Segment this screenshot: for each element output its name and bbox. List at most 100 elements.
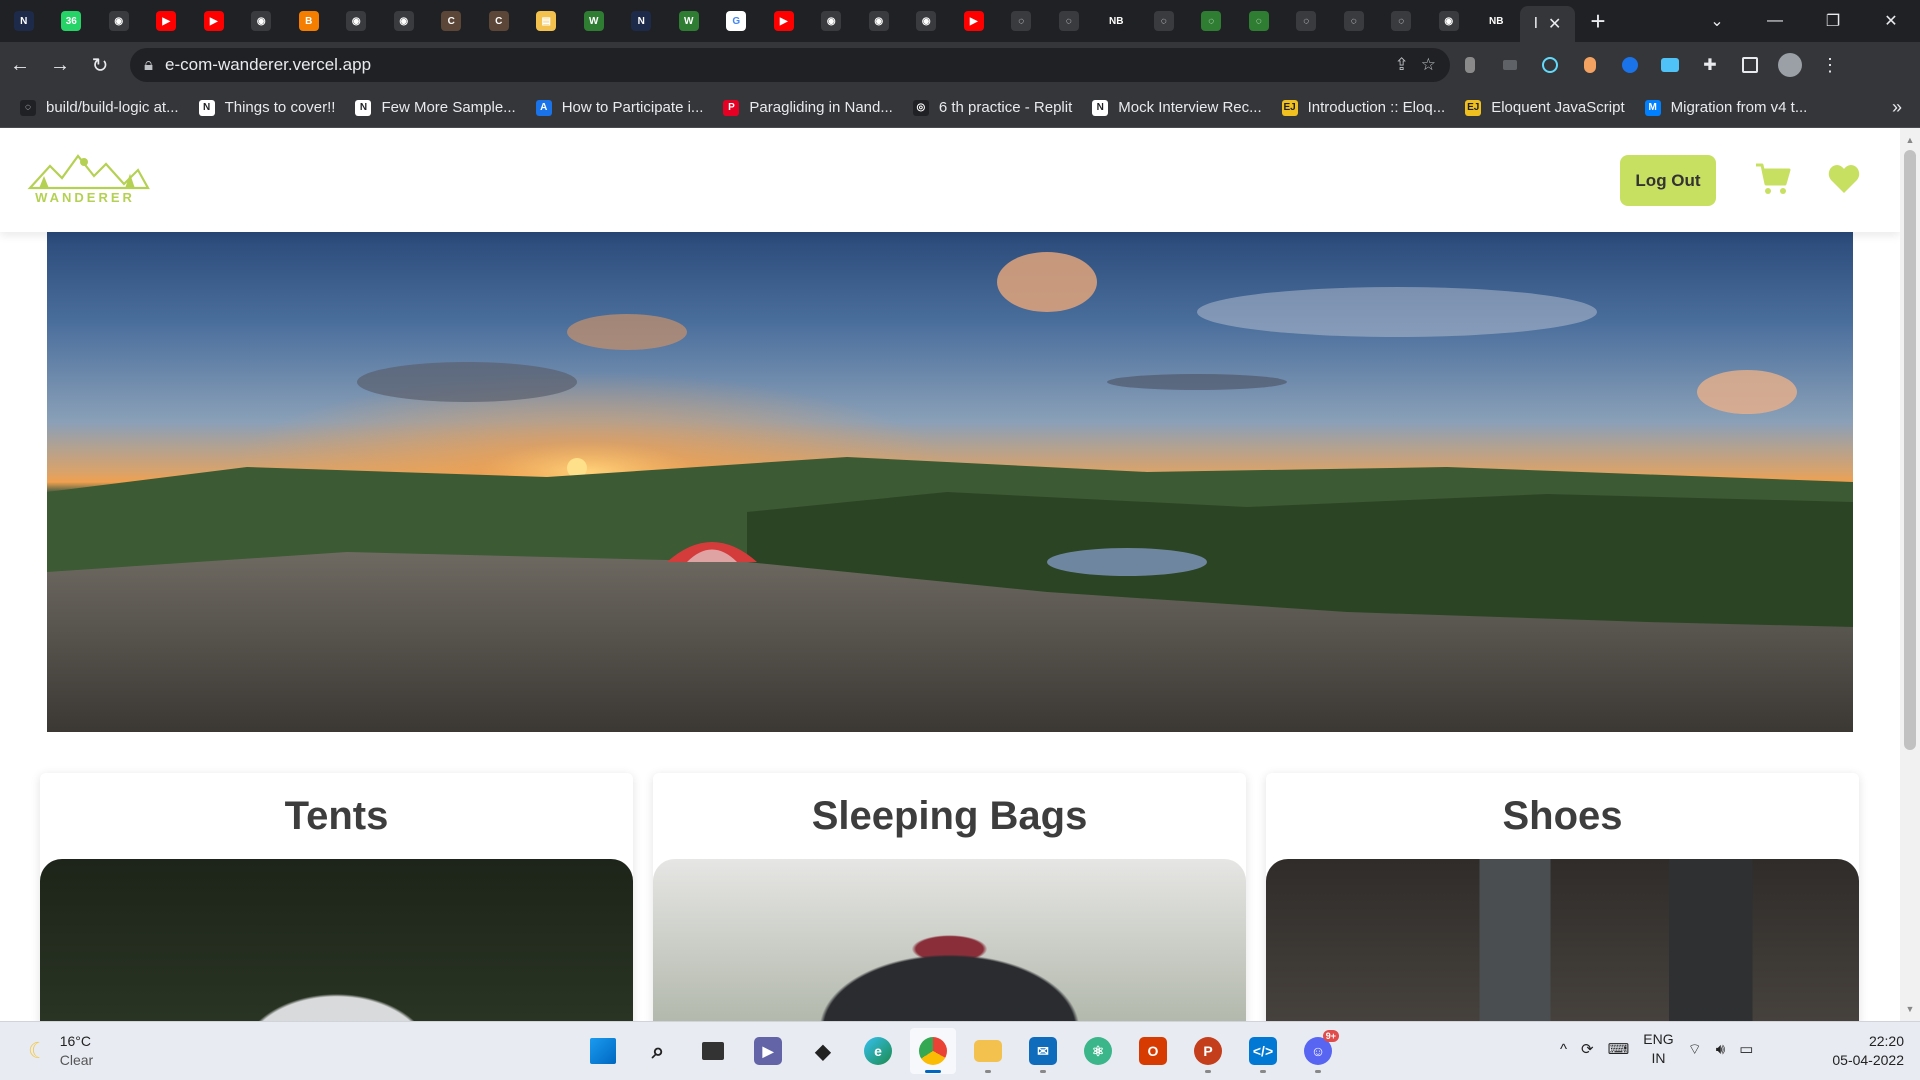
browser-tab[interactable]: ◌ (1378, 0, 1426, 42)
browser-tab[interactable]: ◉ (855, 0, 903, 42)
volume-icon[interactable]: 🔊︎ (1716, 1041, 1725, 1058)
close-window-button[interactable]: ✕ (1862, 0, 1920, 42)
search-icon[interactable]: ⌕ (635, 1028, 681, 1074)
bookmark-item[interactable]: N Things to cover!! (198, 99, 335, 116)
browser-tab[interactable]: ◉ (333, 0, 381, 42)
bookmark-item[interactable]: ◎ 6 th practice - Replit (912, 99, 1072, 116)
sleeping-bags-image[interactable] (653, 859, 1246, 1021)
tab-search-icon[interactable]: ⌄ (1688, 0, 1746, 42)
dropbox-icon[interactable]: ◆ (800, 1028, 846, 1074)
minimize-button[interactable]: — (1746, 0, 1804, 42)
category-card-sleeping-bags[interactable]: Sleeping Bags (653, 773, 1246, 1021)
browser-tab[interactable]: ◉ (238, 0, 286, 42)
forward-button[interactable]: → (40, 47, 80, 83)
browser-tab[interactable]: C (475, 0, 523, 42)
scrollbar-thumb[interactable] (1904, 150, 1916, 750)
keyboard-icon[interactable]: ⌨ (1608, 1040, 1630, 1058)
reload-button[interactable]: ↻ (80, 47, 120, 83)
discord-icon[interactable]: ☺ 9+ (1295, 1028, 1341, 1074)
logout-button[interactable]: Log Out (1620, 155, 1716, 206)
browser-tab[interactable]: ▶ (950, 0, 998, 42)
bookmark-item[interactable]: N Mock Interview Rec... (1092, 99, 1262, 116)
screenshot-extension-icon[interactable] (1650, 47, 1690, 83)
show-hidden-icons-chevron-icon[interactable]: ^ (1560, 1041, 1567, 1058)
start-button[interactable] (580, 1028, 626, 1074)
browser-tab[interactable]: NB (1473, 0, 1521, 42)
atom-icon[interactable]: ⚛ (1075, 1028, 1121, 1074)
side-panel-icon[interactable] (1730, 47, 1770, 83)
extension-icon[interactable] (1570, 47, 1610, 83)
powerpoint-icon[interactable]: P (1185, 1028, 1231, 1074)
cart-icon[interactable] (1755, 162, 1791, 196)
wanderer-logo[interactable]: WANDERER (20, 148, 150, 218)
extension-icon[interactable] (1610, 47, 1650, 83)
browser-menu-icon[interactable]: ⋮ (1810, 47, 1850, 83)
browser-tab[interactable]: ◌ (1235, 0, 1283, 42)
browser-tab[interactable]: ▶ (190, 0, 238, 42)
browser-tab[interactable]: ◉ (95, 0, 143, 42)
active-browser-tab[interactable]: I ✕ (1520, 6, 1575, 42)
browser-tab[interactable]: N (618, 0, 666, 42)
extension-icon[interactable] (1450, 47, 1490, 83)
browser-tab[interactable]: ◌ (1045, 0, 1093, 42)
browser-tab[interactable]: W (665, 0, 713, 42)
tents-image[interactable] (40, 859, 633, 1021)
browser-tab[interactable]: N (0, 0, 48, 42)
category-card-shoes[interactable]: Shoes (1266, 773, 1859, 1021)
browser-tab[interactable]: ◌ (1283, 0, 1331, 42)
bookmark-item[interactable]: P Paragliding in Nand... (723, 99, 893, 116)
chrome-icon[interactable] (910, 1028, 956, 1074)
wifi-icon[interactable]: ⌔ (1688, 1040, 1702, 1059)
browser-tab[interactable]: W (570, 0, 618, 42)
sync-icon[interactable]: ⟳ (1581, 1040, 1594, 1058)
weather-widget[interactable]: ☾ 16°C Clear (28, 1032, 93, 1070)
url-text[interactable]: e-com-wanderer.vercel.app (165, 55, 1382, 75)
close-tab-icon[interactable]: ✕ (1548, 14, 1561, 34)
browser-tab[interactable]: ◌ (1330, 0, 1378, 42)
task-view-icon[interactable] (690, 1028, 736, 1074)
react-devtools-icon[interactable] (1530, 47, 1570, 83)
bookmark-star-icon[interactable]: ☆ (1421, 55, 1436, 75)
browser-tab[interactable]: ◌ (1188, 0, 1236, 42)
browser-tab[interactable]: 36 (48, 0, 96, 42)
browser-tab[interactable]: G (713, 0, 761, 42)
browser-tab[interactable]: ▤ (523, 0, 571, 42)
wishlist-heart-icon[interactable] (1828, 164, 1860, 194)
browser-tab[interactable]: ◉ (903, 0, 951, 42)
office-icon[interactable]: O (1130, 1028, 1176, 1074)
address-bar[interactable]: 🔒︎ e-com-wanderer.vercel.app ⇪ ☆ (130, 48, 1450, 82)
page-scrollbar[interactable]: ▲ ▼ (1900, 128, 1920, 1021)
extension-icon[interactable] (1490, 47, 1530, 83)
browser-tab[interactable]: ◉ (380, 0, 428, 42)
bookmarks-overflow-button[interactable]: » (1892, 97, 1902, 118)
lock-icon[interactable]: 🔒︎ (144, 55, 153, 75)
share-icon[interactable]: ⇪ (1395, 55, 1409, 75)
browser-tab[interactable]: B (285, 0, 333, 42)
browser-tab[interactable]: ◌ (1140, 0, 1188, 42)
mail-icon[interactable]: ✉ (1020, 1028, 1066, 1074)
bookmark-item[interactable]: ◌ build/build-logic at... (20, 99, 179, 116)
bookmark-item[interactable]: M Migration from v4 t... (1644, 99, 1807, 116)
browser-tab[interactable]: C (428, 0, 476, 42)
bookmark-item[interactable]: EJ Eloquent JavaScript (1465, 99, 1625, 116)
category-card-tents[interactable]: Tents (40, 773, 633, 1021)
file-explorer-icon[interactable] (965, 1028, 1011, 1074)
battery-icon[interactable]: ▭ (1739, 1040, 1753, 1058)
browser-tab[interactable]: ◌ (998, 0, 1046, 42)
bookmark-item[interactable]: N Few More Sample... (355, 99, 516, 116)
edge-icon[interactable]: e (855, 1028, 901, 1074)
bookmark-item[interactable]: A How to Participate i... (535, 99, 703, 116)
maximize-button[interactable]: ❐ (1804, 0, 1862, 42)
new-tab-button[interactable]: + (1575, 0, 1621, 42)
profile-avatar-icon[interactable] (1770, 47, 1810, 83)
vscode-icon[interactable]: </> (1240, 1028, 1286, 1074)
browser-tab[interactable]: ▶ (143, 0, 191, 42)
browser-tab[interactable]: ◉ (1425, 0, 1473, 42)
browser-tab[interactable]: NB (1093, 0, 1141, 42)
system-clock[interactable]: 22:20 05-04-2022 (1820, 1032, 1904, 1070)
scroll-up-arrow-icon[interactable]: ▲ (1900, 132, 1920, 148)
back-button[interactable]: ← (0, 47, 40, 83)
extensions-puzzle-icon[interactable]: ✚ (1690, 47, 1730, 83)
language-indicator[interactable]: ENG IN (1643, 1030, 1673, 1068)
bookmark-item[interactable]: EJ Introduction :: Eloq... (1281, 99, 1445, 116)
